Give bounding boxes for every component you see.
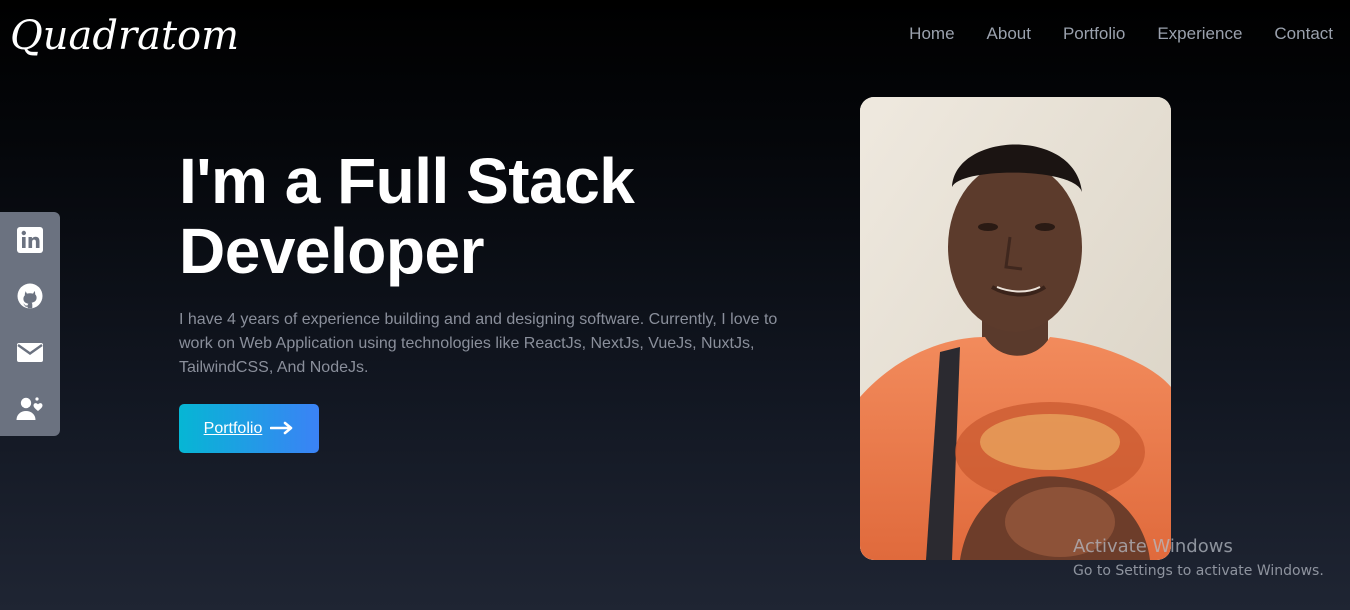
users-heart-icon[interactable] xyxy=(15,393,45,423)
github-icon[interactable] xyxy=(15,281,45,311)
hero-headline-line2: Developer xyxy=(179,215,484,287)
hero-headline-line1: I'm a Full Stack xyxy=(179,145,635,217)
mail-icon[interactable] xyxy=(15,337,45,367)
linkedin-icon[interactable] xyxy=(15,225,45,255)
nav-about[interactable]: About xyxy=(987,24,1031,44)
hero-headline: I'm a Full Stack Developer xyxy=(179,146,799,286)
watermark-title: Activate Windows xyxy=(1073,536,1233,557)
hero-description: I have 4 years of experience building an… xyxy=(179,311,778,376)
nav-experience[interactable]: Experience xyxy=(1157,24,1242,44)
site-logo[interactable]: Quadratom xyxy=(10,6,239,66)
nav-portfolio[interactable]: Portfolio xyxy=(1063,24,1125,44)
arrow-right-icon xyxy=(270,419,294,439)
portfolio-button[interactable]: Portfolio xyxy=(179,404,319,453)
windows-activation-watermark: Activate Windows Go to Settings to activ… xyxy=(1073,536,1324,582)
hero-section: I'm a Full Stack Developer I have 4 year… xyxy=(179,146,799,380)
nav-contact[interactable]: Contact xyxy=(1274,24,1333,44)
nav-home[interactable]: Home xyxy=(909,24,954,44)
watermark-subtitle: Go to Settings to activate Windows. xyxy=(1073,563,1324,579)
social-sidebar xyxy=(0,212,60,436)
portfolio-button-label: Portfolio xyxy=(203,419,263,437)
profile-photo xyxy=(860,97,1171,560)
main-nav: Home About Portfolio Experience Contact xyxy=(909,24,1333,44)
